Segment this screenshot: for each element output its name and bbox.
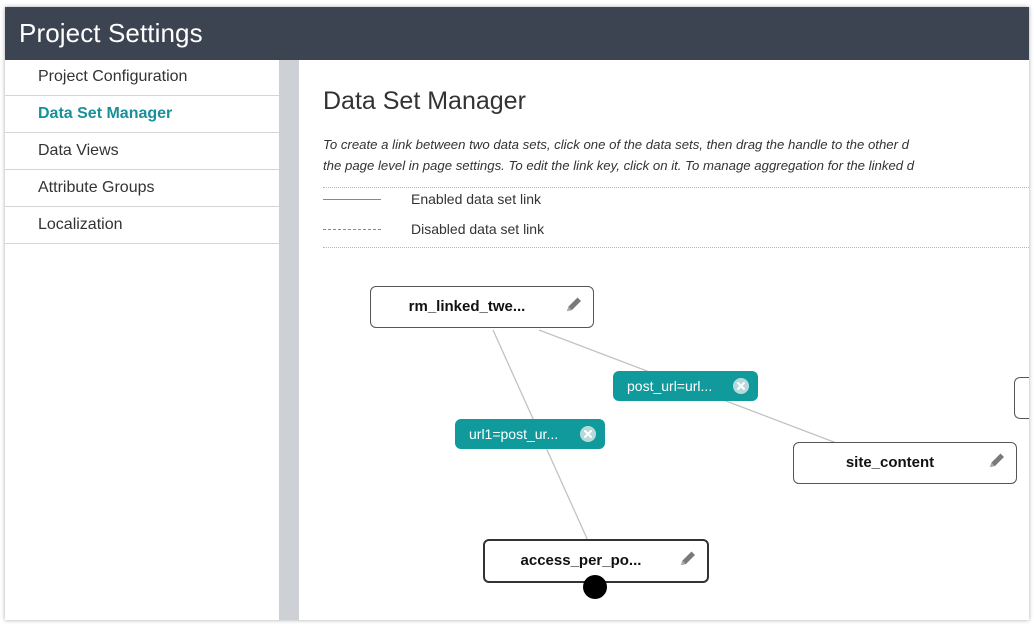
page-title: Project Settings	[19, 18, 203, 48]
dataset-node-rm-linked[interactable]: rm_linked_twe...	[370, 286, 594, 328]
sidebar: Project Configuration Data Set Manager D…	[5, 60, 279, 620]
main-content: Data Set Manager To create a link betwee…	[299, 60, 1029, 620]
link-key-label: url1=post_ur...	[469, 426, 559, 442]
pencil-icon[interactable]	[677, 548, 699, 570]
sidebar-item-data-views[interactable]: Data Views	[5, 133, 279, 170]
sidebar-item-attribute-groups[interactable]: Attribute Groups	[5, 170, 279, 207]
sidebar-item-localization[interactable]: Localization	[5, 207, 279, 244]
dataset-node-label: access_per_po...	[520, 552, 642, 569]
sidebar-item-data-set-manager[interactable]: Data Set Manager	[5, 96, 279, 133]
dataset-node-label: site_content	[845, 454, 935, 471]
link-graph-edges	[492, 329, 848, 544]
pencil-icon[interactable]	[563, 294, 585, 316]
sidebar-divider	[279, 60, 299, 620]
close-icon[interactable]	[580, 426, 596, 442]
link-drag-handle[interactable]	[583, 575, 607, 599]
dataset-node-offscreen[interactable]	[1014, 377, 1029, 419]
dataset-node-site-content[interactable]: site_content	[793, 442, 1017, 484]
project-settings-window: Project Settings Project Configuration D…	[5, 7, 1029, 620]
link-key-url1[interactable]: url1=post_ur...	[455, 419, 605, 449]
pencil-icon[interactable]	[986, 450, 1008, 472]
sidebar-item-project-configuration[interactable]: Project Configuration	[5, 60, 279, 96]
header-bar: Project Settings	[5, 7, 1029, 60]
link-key-post-url[interactable]: post_url=url...	[613, 371, 758, 401]
close-icon[interactable]	[733, 378, 749, 394]
dataset-node-label: rm_linked_twe...	[408, 298, 526, 315]
link-key-label: post_url=url...	[627, 378, 713, 394]
